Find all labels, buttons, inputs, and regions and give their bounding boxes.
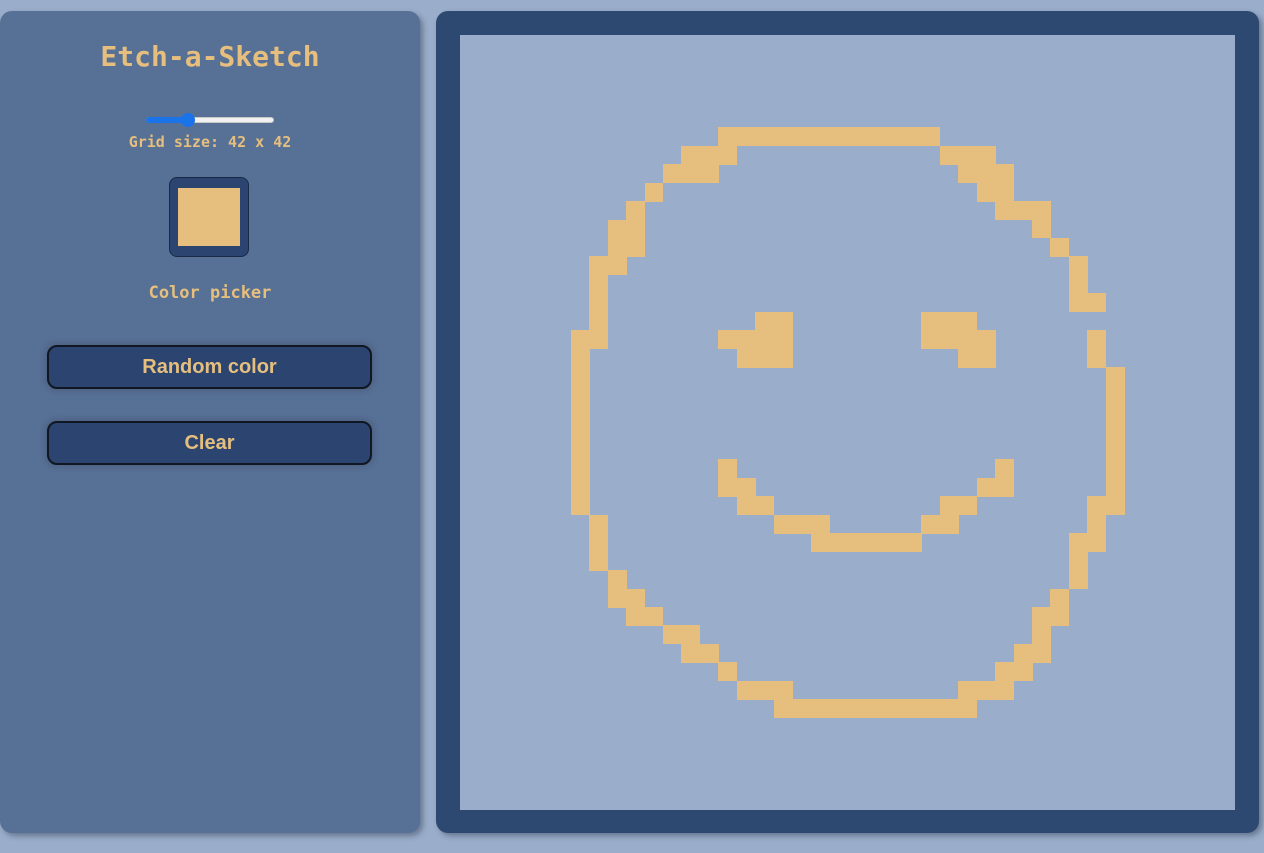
grid-cell-filled[interactable] bbox=[773, 514, 830, 534]
grid-cell-filled[interactable] bbox=[589, 274, 609, 294]
grid-cell-filled[interactable] bbox=[1050, 588, 1070, 608]
grid-cell-filled[interactable] bbox=[1105, 367, 1125, 387]
grid-cell-filled[interactable] bbox=[736, 496, 775, 516]
grid-cell-filled[interactable] bbox=[1087, 514, 1107, 534]
grid-cell-filled[interactable] bbox=[681, 145, 738, 165]
grid-cell-filled[interactable] bbox=[1050, 237, 1070, 257]
grid-cell-filled[interactable] bbox=[736, 348, 793, 368]
grid-cell-filled[interactable] bbox=[939, 145, 996, 165]
grid-cell-filled[interactable] bbox=[958, 680, 1015, 700]
grid-cell-filled[interactable] bbox=[589, 293, 609, 313]
slider-thumb[interactable] bbox=[181, 113, 196, 127]
grid-cell-filled[interactable] bbox=[1105, 385, 1125, 405]
control-panel: Etch-a-Sketch Grid size: 42 x 42 Color p… bbox=[0, 11, 420, 833]
grid-cell-filled[interactable] bbox=[921, 514, 959, 534]
color-picker-label: Color picker bbox=[148, 283, 272, 303]
grid-cell-filled[interactable] bbox=[607, 588, 645, 608]
grid-cell-filled[interactable] bbox=[921, 311, 978, 331]
grid-cell-filled[interactable] bbox=[1105, 477, 1125, 497]
grid-cell-filled[interactable] bbox=[570, 422, 590, 442]
color-picker-input[interactable] bbox=[169, 177, 249, 257]
grid-cell-filled[interactable] bbox=[718, 127, 941, 147]
grid-cell-filled[interactable] bbox=[570, 367, 590, 387]
grid-cell-filled[interactable] bbox=[662, 164, 719, 184]
grid-cell-filled[interactable] bbox=[755, 311, 793, 331]
grid-cell-filled[interactable] bbox=[570, 496, 590, 516]
grid-cell-filled[interactable] bbox=[1013, 643, 1051, 663]
grid-cell-filled[interactable] bbox=[626, 607, 664, 626]
grid-cell-filled[interactable] bbox=[589, 533, 609, 553]
grid-cell-filled[interactable] bbox=[1105, 404, 1125, 423]
app-title: Etch-a-Sketch bbox=[100, 40, 320, 73]
grid-cell-filled[interactable] bbox=[644, 182, 664, 202]
grid-cell-filled[interactable] bbox=[995, 201, 1051, 220]
grid-cell-filled[interactable] bbox=[1032, 219, 1051, 239]
grid-cell-filled[interactable] bbox=[976, 182, 1015, 202]
grid-cell-filled[interactable] bbox=[921, 330, 996, 350]
grid-cell-filled[interactable] bbox=[995, 459, 1015, 479]
grid-cell-filled[interactable] bbox=[995, 662, 1033, 682]
grid-cell-filled[interactable] bbox=[939, 496, 978, 516]
grid-size-slider[interactable] bbox=[146, 113, 274, 127]
grid-cell-filled[interactable] bbox=[718, 459, 738, 479]
grid-cell-filled[interactable] bbox=[1087, 330, 1107, 350]
grid-cell-filled[interactable] bbox=[1105, 422, 1125, 442]
grid-cell-filled[interactable] bbox=[626, 201, 645, 220]
clear-button[interactable]: Clear bbox=[47, 421, 372, 465]
grid-cell-filled[interactable] bbox=[1068, 274, 1088, 294]
drawing-canvas[interactable] bbox=[460, 35, 1235, 810]
grid-cell-filled[interactable] bbox=[570, 385, 590, 405]
grid-cell-filled[interactable] bbox=[718, 477, 756, 497]
grid-cell-filled[interactable] bbox=[589, 256, 627, 276]
grid-cell-filled[interactable] bbox=[1068, 293, 1107, 313]
grid-cell-filled[interactable] bbox=[1032, 607, 1070, 626]
grid-size-label: Grid size: 42 x 42 bbox=[128, 133, 292, 151]
grid-cell-filled[interactable] bbox=[1068, 570, 1088, 590]
grid-cell-filled[interactable] bbox=[810, 533, 922, 553]
grid-cell-filled[interactable] bbox=[1068, 256, 1088, 276]
grid-cell-filled[interactable] bbox=[589, 551, 609, 571]
grid-cell-filled[interactable] bbox=[570, 477, 590, 497]
grid-cell-filled[interactable] bbox=[662, 625, 701, 645]
grid-cell-filled[interactable] bbox=[681, 643, 719, 663]
grid-cell-filled[interactable] bbox=[958, 164, 1015, 184]
grid-cell-filled[interactable] bbox=[570, 459, 590, 479]
grid-cell-filled[interactable] bbox=[570, 330, 609, 350]
grid-cell-filled[interactable] bbox=[976, 477, 1015, 497]
grid-cell-filled[interactable] bbox=[570, 404, 590, 423]
grid-cell-filled[interactable] bbox=[589, 514, 609, 534]
grid-cell-filled[interactable] bbox=[607, 219, 645, 239]
grid-cell-filled[interactable] bbox=[718, 662, 738, 682]
grid-cell-filled[interactable] bbox=[958, 348, 996, 368]
grid-cell-filled[interactable] bbox=[773, 699, 978, 719]
grid-cell-filled[interactable] bbox=[570, 440, 590, 460]
grid-cell-filled[interactable] bbox=[589, 311, 609, 331]
grid-cell-filled[interactable] bbox=[570, 348, 590, 368]
sketch-board bbox=[436, 11, 1259, 833]
grid-cell-filled[interactable] bbox=[607, 237, 645, 257]
grid-cell-filled[interactable] bbox=[607, 570, 627, 590]
selected-color-swatch[interactable] bbox=[178, 188, 240, 246]
grid-cell-filled[interactable] bbox=[1087, 348, 1107, 368]
grid-cell-filled[interactable] bbox=[1068, 551, 1088, 571]
grid-cell-filled[interactable] bbox=[1105, 459, 1125, 479]
grid-cell-filled[interactable] bbox=[1032, 625, 1051, 645]
grid-cell-filled[interactable] bbox=[1068, 533, 1107, 553]
grid-cell-filled[interactable] bbox=[736, 680, 793, 700]
grid-cell-filled[interactable] bbox=[1087, 496, 1125, 516]
grid-cell-filled[interactable] bbox=[718, 330, 793, 350]
grid-cell-filled[interactable] bbox=[1105, 440, 1125, 460]
random-color-button[interactable]: Random color bbox=[47, 345, 372, 389]
